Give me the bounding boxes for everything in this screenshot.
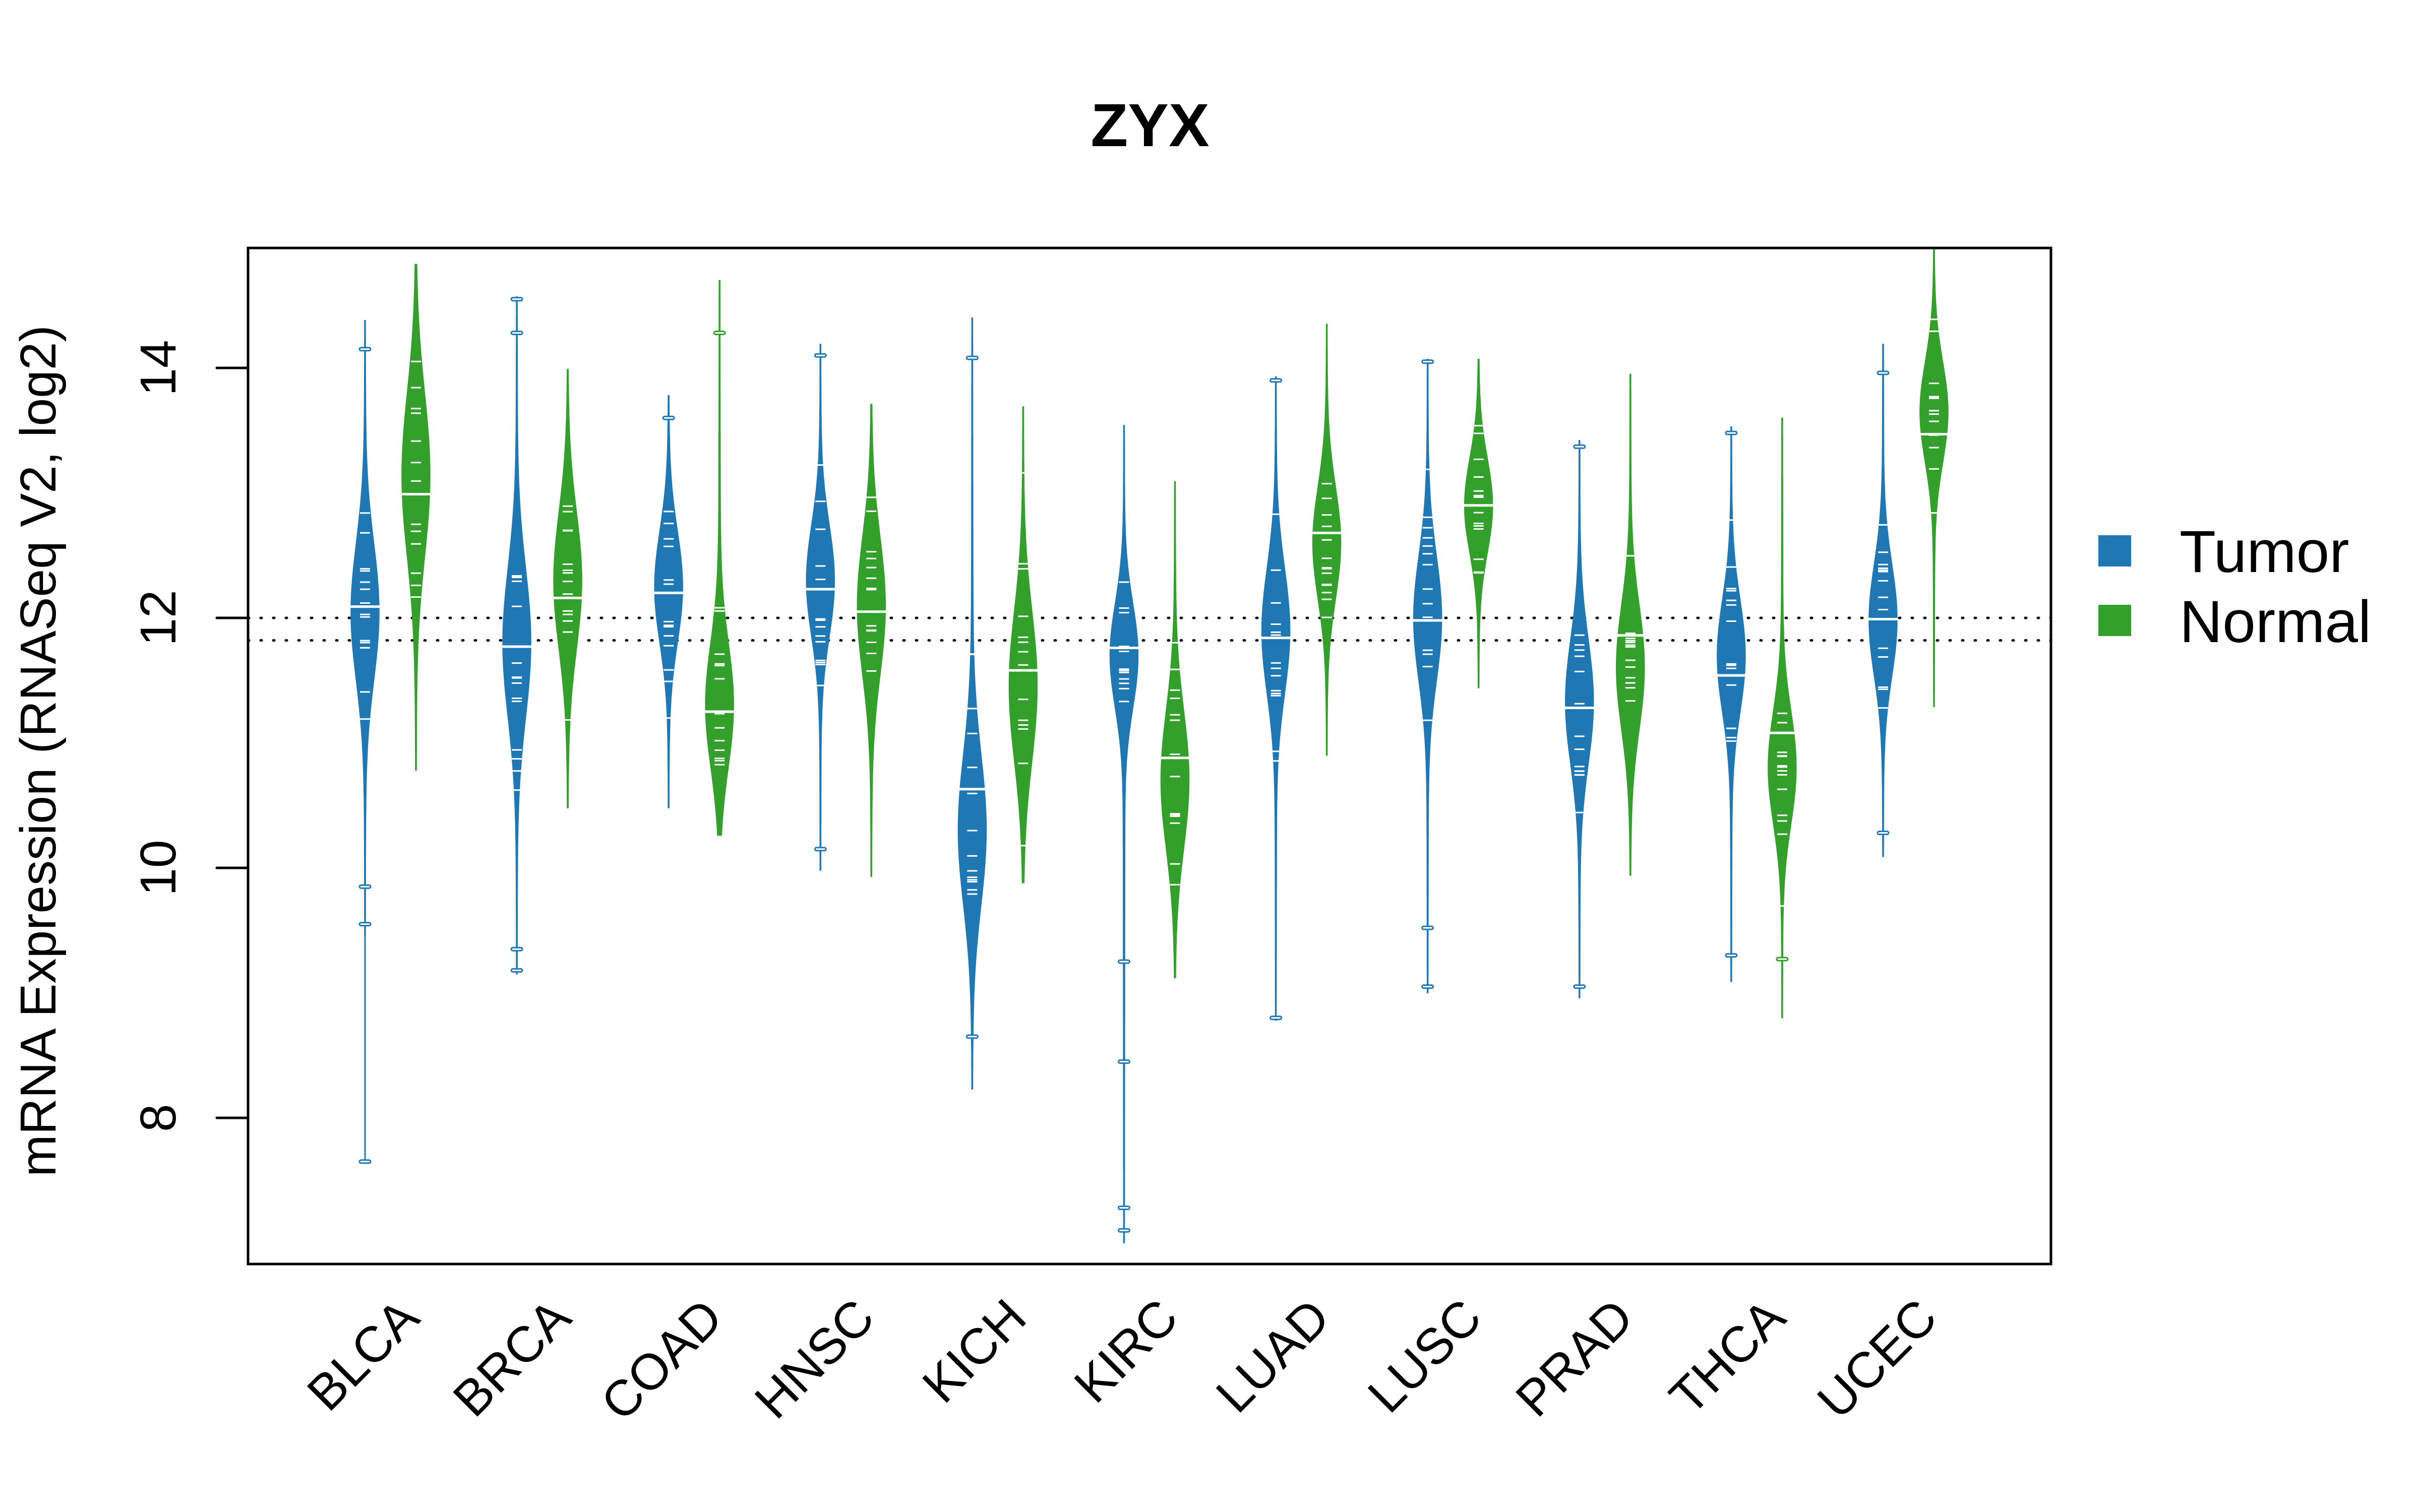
outlier-point <box>358 347 372 352</box>
chart-title: ZYX <box>1091 91 1209 159</box>
outlier-point <box>1118 1059 1130 1064</box>
outlier-point <box>1573 444 1586 449</box>
outlier-point <box>1573 984 1586 989</box>
outlier-point <box>358 1159 372 1164</box>
legend-label-tumor: Tumor <box>2180 519 2349 585</box>
outlier-point <box>1118 1206 1130 1211</box>
outlier-point <box>965 1034 979 1039</box>
outlier-point <box>1269 1016 1283 1021</box>
violin-chart: ZYX mRNA Expression (RNASeq V2, log2) 8 1… <box>0 0 2420 1512</box>
outlier-point <box>713 331 726 336</box>
outlier-point <box>662 415 675 420</box>
outlier-point <box>1725 430 1738 435</box>
outlier-point <box>358 922 372 927</box>
outlier-point <box>1421 984 1434 989</box>
outlier-point <box>1118 959 1130 964</box>
y-tick-label: 8 <box>130 1104 187 1132</box>
outlier-point <box>358 884 372 889</box>
outlier-point <box>1725 953 1738 958</box>
outlier-point <box>510 968 523 973</box>
outlier-point <box>965 355 979 360</box>
outlier-point <box>510 297 523 302</box>
y-tick-label: 12 <box>130 590 187 646</box>
outlier-point <box>1877 831 1890 836</box>
outlier-point <box>814 353 827 358</box>
outlier-point <box>814 847 827 852</box>
legend-swatch-tumor <box>2098 535 2131 566</box>
y-tick-label: 10 <box>130 840 187 896</box>
legend-label-normal: Normal <box>2180 589 2371 655</box>
outlier-point <box>1269 378 1283 383</box>
legend-swatch-normal <box>2098 605 2131 636</box>
outlier-point <box>1776 957 1789 962</box>
outlier-point <box>510 947 523 952</box>
y-tick-label: 14 <box>130 340 187 396</box>
outlier-point <box>510 331 523 336</box>
outlier-point <box>1421 359 1434 364</box>
outlier-point <box>1421 925 1434 930</box>
y-axis-title: mRNA Expression (RNASeq V2, log2) <box>10 325 67 1177</box>
outlier-point <box>1877 370 1890 375</box>
outlier-point <box>1118 1228 1130 1233</box>
